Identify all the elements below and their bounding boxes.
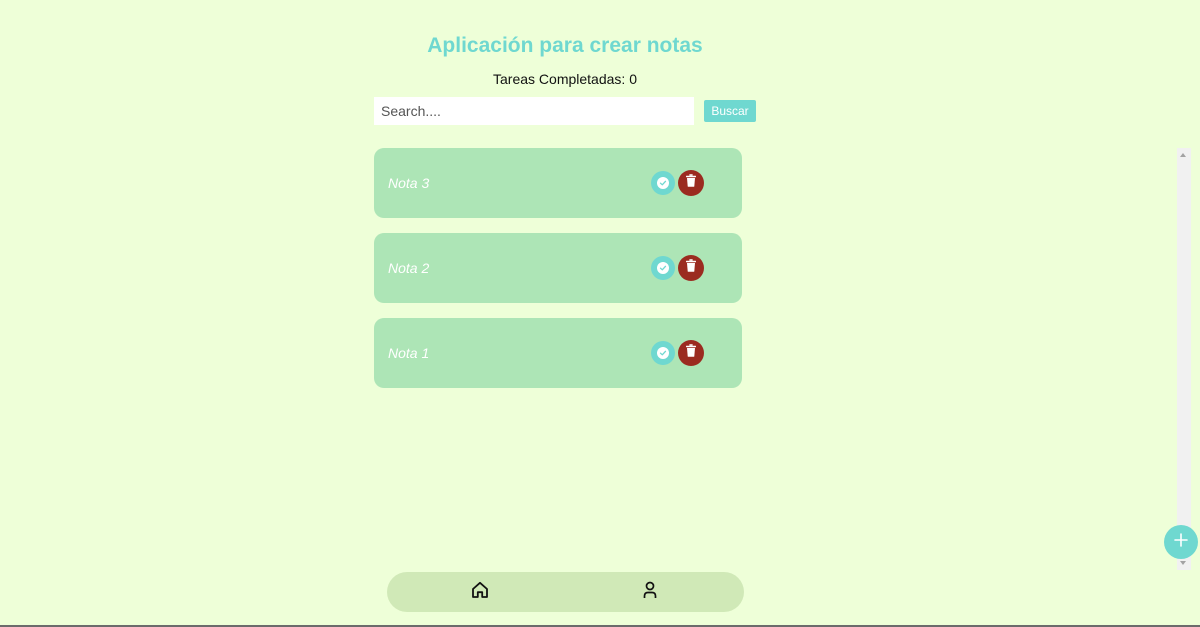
add-note-button[interactable]	[1164, 525, 1198, 559]
check-circle-icon	[657, 347, 669, 359]
user-icon	[640, 580, 660, 605]
page: Aplicación para crear notas Tareas Compl…	[0, 0, 1200, 627]
plus-icon	[1174, 532, 1188, 552]
completed-counter: Tareas Completadas: 0	[493, 71, 637, 87]
trash-icon	[685, 174, 697, 192]
complete-button[interactable]	[651, 341, 675, 365]
notes-list: Nota 3 Nota 2 Nota 1	[374, 148, 742, 403]
delete-button[interactable]	[678, 340, 704, 366]
note-card: Nota 2	[374, 233, 742, 303]
trash-icon	[685, 344, 697, 362]
check-circle-icon	[657, 177, 669, 189]
search-input[interactable]	[374, 97, 694, 125]
complete-button[interactable]	[651, 171, 675, 195]
home-nav-button[interactable]	[469, 581, 491, 603]
delete-button[interactable]	[678, 170, 704, 196]
note-card: Nota 3	[374, 148, 742, 218]
check-circle-icon	[657, 262, 669, 274]
delete-button[interactable]	[678, 255, 704, 281]
page-title: Aplicación para crear notas	[427, 34, 703, 57]
note-text: Nota 3	[388, 175, 430, 191]
complete-button[interactable]	[651, 256, 675, 280]
home-icon	[470, 580, 490, 605]
profile-nav-button[interactable]	[639, 581, 661, 603]
note-card: Nota 1	[374, 318, 742, 388]
note-text: Nota 2	[388, 260, 430, 276]
bottom-navigation	[387, 572, 744, 612]
scroll-up-arrow-icon[interactable]	[1180, 153, 1186, 157]
scroll-down-arrow-icon[interactable]	[1180, 561, 1186, 565]
scrollbar[interactable]	[1177, 148, 1191, 570]
trash-icon	[685, 259, 697, 277]
search-button[interactable]: Buscar	[704, 100, 756, 122]
note-text: Nota 1	[388, 345, 430, 361]
